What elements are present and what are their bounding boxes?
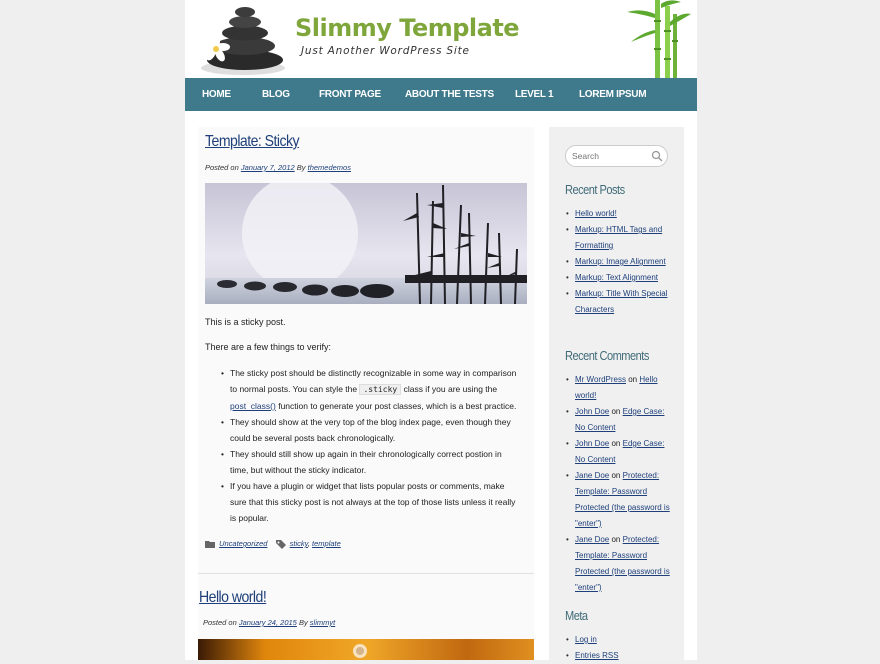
main-content: Template: Sticky Posted on January 7, 20… xyxy=(198,127,534,660)
comment-author-link[interactable]: John Doe xyxy=(575,407,609,416)
search-icon[interactable] xyxy=(651,150,663,162)
main-navigation: HOME BLOG FRONT PAGE ABOUT THE TESTS LEV… xyxy=(185,78,697,111)
list-item: Log in xyxy=(566,632,671,648)
bamboo-decor-icon xyxy=(627,0,691,78)
nav-item-lorem-ipsum[interactable]: LOREM IPSUM xyxy=(579,78,647,111)
featured-image-hello-world xyxy=(198,639,534,660)
list-item: Markup: HTML Tags and Formatting xyxy=(566,222,671,254)
list-item: Entries RSS xyxy=(566,648,671,664)
nav-item-blog[interactable]: BLOG xyxy=(262,78,290,111)
posted-on-label: Posted on xyxy=(205,163,239,172)
recent-post-link[interactable]: Hello world! xyxy=(575,209,617,218)
list-item: The sticky post should be distinctly rec… xyxy=(221,365,520,414)
post-author-link[interactable]: themedemos xyxy=(308,163,351,172)
recent-post-link[interactable]: Markup: Text Alignment xyxy=(575,273,658,282)
tag-link-template[interactable]: template xyxy=(312,539,341,548)
featured-image-zen-stones xyxy=(205,183,527,304)
post-meta: Posted on January 7, 2012 By themedemos xyxy=(205,163,351,172)
comment-author-link[interactable]: John Doe xyxy=(575,439,609,448)
nav-item-front-page[interactable]: FRONT PAGE xyxy=(319,78,381,111)
recent-posts-title: Recent Posts xyxy=(565,182,625,197)
list-item: They should still show up again in their… xyxy=(221,446,520,478)
recent-post-link[interactable]: Markup: Title With Special Characters xyxy=(575,289,667,314)
post-title-sticky[interactable]: Template: Sticky xyxy=(205,133,300,151)
post-footer: Uncategorized sticky, template xyxy=(205,539,341,549)
list-item: Jane Doe on Protected: Template: Passwor… xyxy=(566,532,671,596)
category-link[interactable]: Uncategorized xyxy=(219,539,267,548)
post-date-link[interactable]: January 24, 2015 xyxy=(239,618,297,627)
list-item: Markup: Title With Special Characters xyxy=(566,286,671,318)
nav-item-home[interactable]: HOME xyxy=(202,78,231,111)
by-label: By xyxy=(296,163,306,172)
sidebar: Recent Posts Hello world! Markup: HTML T… xyxy=(549,127,684,664)
meta-title: Meta xyxy=(565,608,588,623)
list-item: Jane Doe on Protected: Template: Passwor… xyxy=(566,468,671,532)
nav-item-level-1[interactable]: LEVEL 1 xyxy=(515,78,554,111)
site-description: Just Another WordPress Site xyxy=(301,45,470,57)
entries-rss-link[interactable]: Entries RSS xyxy=(575,651,619,660)
post-date-link[interactable]: January 7, 2012 xyxy=(241,163,295,172)
site-title[interactable]: Slimmy Template xyxy=(295,14,520,42)
comment-author-link[interactable]: Jane Doe xyxy=(575,535,609,544)
post-divider xyxy=(198,573,534,574)
sticky-class-code: .sticky xyxy=(359,384,402,395)
post-lead: There are a few things to verify: xyxy=(205,342,332,352)
list-item: They should show at the very top of the … xyxy=(221,414,520,446)
search-input[interactable] xyxy=(572,149,652,163)
tag-icon xyxy=(275,539,286,549)
tag-link-sticky[interactable]: sticky xyxy=(290,539,308,548)
post-meta: Posted on January 24, 2015 By slimmyt xyxy=(203,618,336,627)
post-author-link[interactable]: slimmyt xyxy=(310,618,335,627)
nav-item-about-the-tests[interactable]: ABOUT THE TESTS xyxy=(405,78,494,111)
search-box xyxy=(565,145,668,167)
list-item: If you have a plugin or widget that list… xyxy=(221,478,520,526)
list-item: Markup: Text Alignment xyxy=(566,270,671,286)
list-item: John Doe on Edge Case: No Content xyxy=(566,436,671,468)
list-item: John Doe on Edge Case: No Content xyxy=(566,404,671,436)
post-title-hello-world[interactable]: Hello world! xyxy=(199,589,267,607)
login-link[interactable]: Log in xyxy=(575,635,597,644)
stones-logo-icon xyxy=(201,7,285,75)
recent-post-link[interactable]: Markup: HTML Tags and Formatting xyxy=(575,225,662,250)
list-item: Hello world! xyxy=(566,206,671,222)
list-item: Markup: Image Alignment xyxy=(566,254,671,270)
folder-icon xyxy=(205,541,215,549)
recent-comments-list: Mr WordPress on Hello world! John Doe on… xyxy=(566,372,671,596)
recent-post-link[interactable]: Markup: Image Alignment xyxy=(575,257,666,266)
post-intro: This is a sticky post. xyxy=(205,317,286,327)
comment-author-link[interactable]: Jane Doe xyxy=(575,471,609,480)
site-header: Slimmy Template Just Another WordPress S… xyxy=(185,0,697,78)
post-bullet-list: The sticky post should be distinctly rec… xyxy=(198,365,520,526)
list-item: Mr WordPress on Hello world! xyxy=(566,372,671,404)
recent-comments-title: Recent Comments xyxy=(565,348,649,363)
recent-posts-list: Hello world! Markup: HTML Tags and Forma… xyxy=(566,206,671,318)
meta-list: Log in Entries RSS xyxy=(566,632,671,664)
comment-author-link[interactable]: Mr WordPress xyxy=(575,375,626,384)
page-wrapper: Slimmy Template Just Another WordPress S… xyxy=(185,0,697,664)
post-class-link[interactable]: post_class() xyxy=(230,401,276,411)
